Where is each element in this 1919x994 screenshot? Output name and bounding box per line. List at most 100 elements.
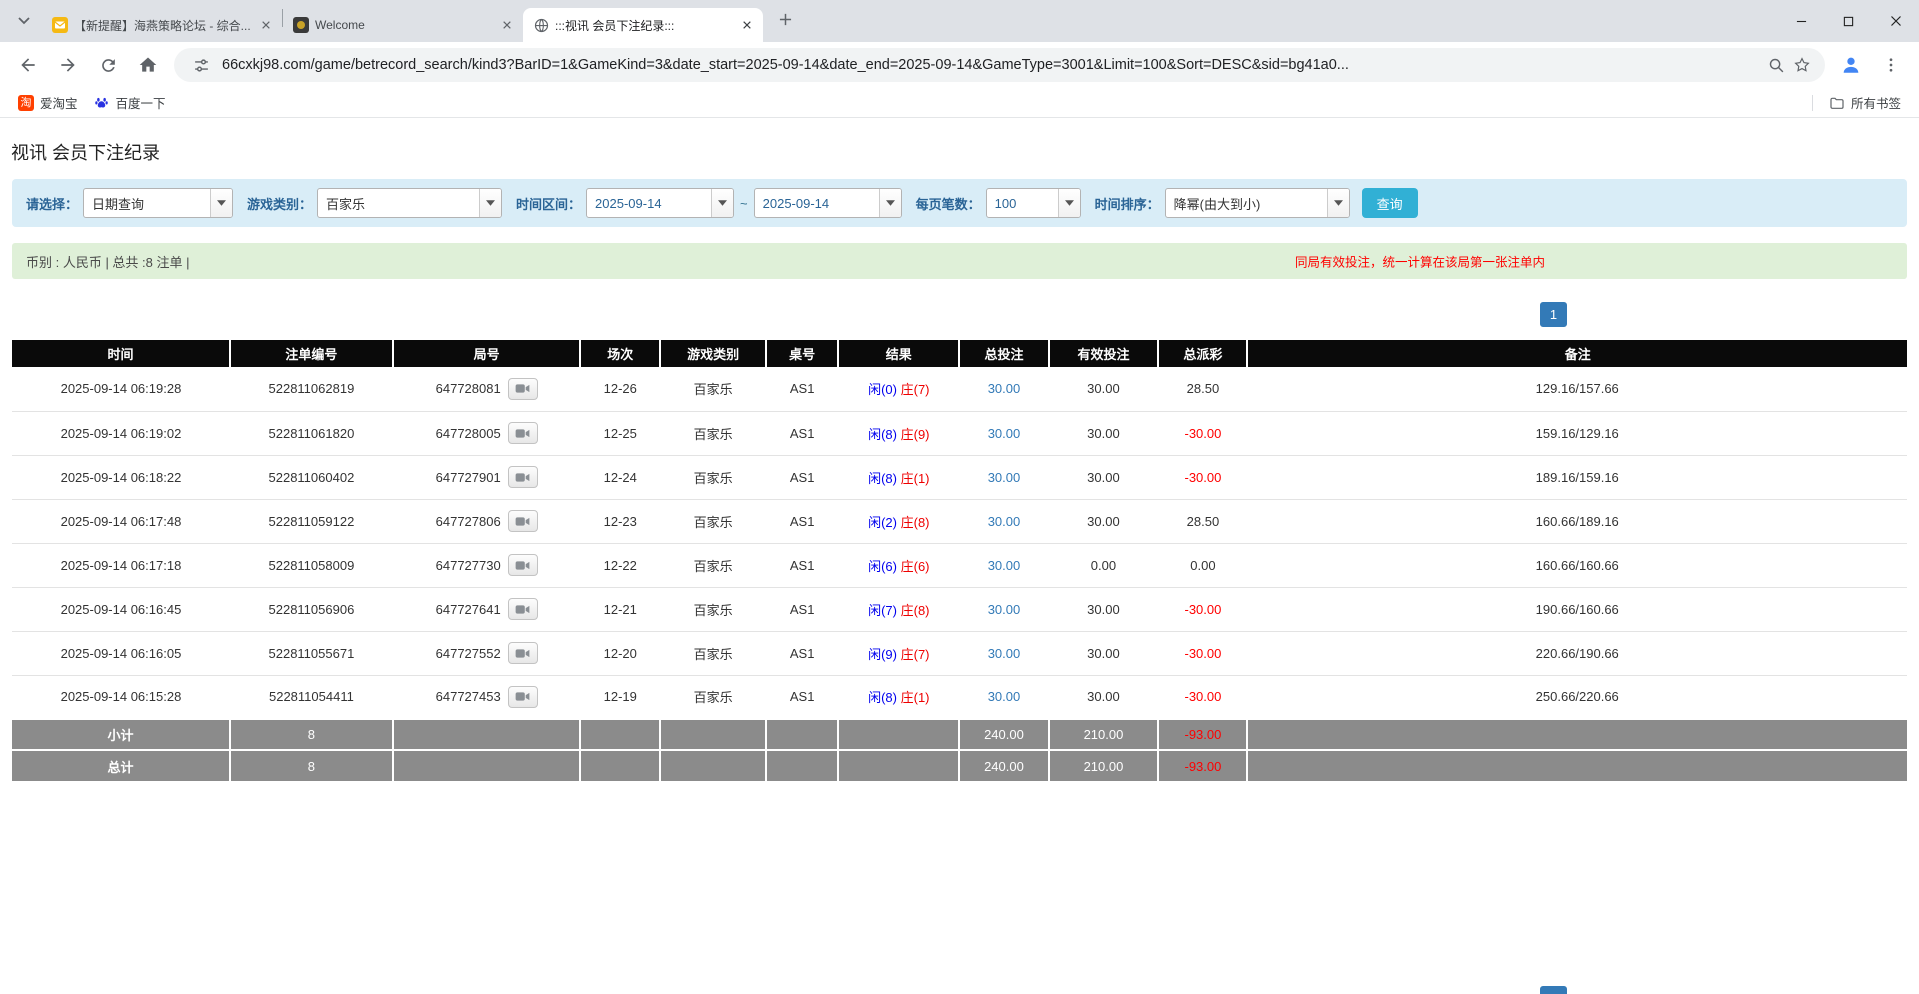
cell-total-bet: 30.00 [959, 543, 1048, 587]
date-start-input[interactable]: 2025-09-14 [586, 188, 734, 218]
bookmark-label: 爱淘宝 [40, 93, 78, 112]
round-no-text: 647727806 [436, 514, 501, 529]
video-replay-button[interactable] [508, 554, 538, 576]
filter-label-page-size: 每页笔数： [916, 194, 981, 213]
page-size-select[interactable]: 100 [986, 188, 1081, 218]
video-replay-button[interactable] [508, 598, 538, 620]
menu-button[interactable] [1873, 47, 1909, 83]
filter-label-select: 请选择： [26, 194, 78, 213]
bookmark-baidu[interactable]: 百度一下 [86, 91, 174, 115]
query-type-select[interactable]: 日期查询 [83, 188, 233, 218]
tab-bet-records[interactable]: :::视讯 会员下注纪录::: [523, 8, 763, 42]
cell-bet-no: 522811062819 [230, 367, 393, 411]
search-button[interactable]: 查询 [1362, 188, 1418, 218]
reload-button[interactable] [90, 47, 126, 83]
total-bet-link[interactable]: 30.00 [988, 514, 1021, 529]
tab-close-icon[interactable] [738, 17, 755, 34]
new-tab-button[interactable] [771, 5, 799, 33]
address-bar[interactable]: 66cxkj98.com/game/betrecord_search/kind3… [174, 48, 1825, 82]
cell-result: 闲(8) 庄(9) [838, 411, 959, 455]
table-row: 2025-09-14 06:15:28 522811054411 6477274… [12, 675, 1907, 719]
total-bet-link[interactable]: 30.00 [988, 602, 1021, 617]
page-size-value: 100 [987, 189, 1058, 217]
chevron-down-icon[interactable] [711, 189, 733, 217]
cell-empty [660, 719, 766, 750]
all-bookmarks-label: 所有书签 [1851, 93, 1901, 112]
tab-title: 【新提醒】海燕策略论坛 - 综合... [74, 17, 251, 34]
cell-payout: 28.50 [1158, 499, 1247, 543]
home-button[interactable] [130, 47, 166, 83]
cell-game-kind: 百家乐 [660, 411, 766, 455]
header-round-no: 局号 [393, 340, 581, 367]
total-bet-link[interactable]: 30.00 [988, 381, 1021, 396]
forward-button[interactable] [50, 47, 86, 83]
cell-round-no: 647727641 [393, 587, 581, 631]
total-bet-link[interactable]: 30.00 [988, 426, 1021, 441]
cell-payout: -30.00 [1158, 675, 1247, 719]
round-no-group: 647727730 [436, 554, 538, 576]
close-window-button[interactable] [1872, 0, 1919, 42]
page-1-button[interactable]: 1 [1540, 986, 1567, 994]
page-title: 视讯 会员下注纪录 [11, 139, 1919, 165]
site-settings-icon[interactable] [188, 52, 214, 78]
tab-welcome[interactable]: Welcome [283, 8, 523, 42]
total-valid-bet: 210.00 [1049, 750, 1159, 781]
total-bet-link[interactable]: 30.00 [988, 470, 1021, 485]
video-replay-button[interactable] [508, 422, 538, 444]
chevron-down-icon[interactable] [1327, 189, 1349, 217]
header-game-kind: 游戏类别 [660, 340, 766, 367]
back-button[interactable] [10, 47, 46, 83]
chevron-down-icon[interactable] [479, 189, 501, 217]
maximize-button[interactable] [1825, 0, 1872, 42]
cell-result: 闲(8) 庄(1) [838, 675, 959, 719]
table-row: 2025-09-14 06:17:18 522811058009 6477277… [12, 543, 1907, 587]
result-player: 闲(6) [868, 559, 897, 574]
globe-icon [533, 17, 549, 33]
table-row: 2025-09-14 06:19:28 522811062819 6477280… [12, 367, 1907, 411]
date-range-separator: ~ [740, 196, 748, 211]
chevron-down-icon[interactable] [1058, 189, 1080, 217]
video-replay-button[interactable] [508, 510, 538, 532]
total-bet-link[interactable]: 30.00 [988, 689, 1021, 704]
forum-favicon-icon [52, 17, 68, 33]
cell-empty [1247, 750, 1907, 781]
plus-icon [779, 13, 792, 26]
all-bookmarks-button[interactable]: 所有书签 [1821, 91, 1909, 115]
profile-button[interactable] [1833, 47, 1869, 83]
tab-close-icon[interactable] [498, 17, 515, 34]
round-no-text: 647727552 [436, 646, 501, 661]
video-replay-button[interactable] [508, 642, 538, 664]
chevron-down-icon[interactable] [879, 189, 901, 217]
summary-bar: 币别 : 人民币 | 总共 :8 注单 | 同局有效投注，统一计算在该局第一张注… [12, 243, 1907, 279]
minimize-icon [1796, 16, 1807, 27]
sort-order-select[interactable]: 降幂(由大到小) [1165, 188, 1350, 218]
video-replay-button[interactable] [508, 466, 538, 488]
cell-valid-bet: 30.00 [1049, 455, 1159, 499]
total-bet-link[interactable]: 30.00 [988, 646, 1021, 661]
page-1-button[interactable]: 1 [1540, 302, 1567, 327]
tab-forum[interactable]: 【新提醒】海燕策略论坛 - 综合... [42, 8, 282, 42]
total-bet-link[interactable]: 30.00 [988, 558, 1021, 573]
zoom-icon[interactable] [1763, 52, 1789, 78]
cell-table-no: AS1 [766, 411, 838, 455]
video-replay-button[interactable] [508, 686, 538, 708]
tab-search-button[interactable] [10, 7, 38, 35]
page-content: 视讯 会员下注纪录 请选择： 日期查询 游戏类别： 百家乐 时间区间： 2025… [0, 118, 1919, 994]
chevron-down-icon[interactable] [210, 189, 232, 217]
cell-time: 2025-09-14 06:16:45 [12, 587, 230, 631]
tab-close-icon[interactable] [257, 17, 274, 34]
bookmark-star-icon[interactable] [1789, 52, 1815, 78]
cell-total-bet: 30.00 [959, 631, 1048, 675]
subtotal-label: 小计 [12, 719, 230, 750]
video-replay-button[interactable] [508, 378, 538, 400]
game-kind-select[interactable]: 百家乐 [317, 188, 502, 218]
round-no-group: 647727806 [436, 510, 538, 532]
bookmark-aitaobao[interactable]: 淘 爱淘宝 [10, 91, 86, 115]
result-banker: 庄(7) [901, 382, 930, 397]
minimize-button[interactable] [1778, 0, 1825, 42]
subtotal-valid-bet: 210.00 [1049, 719, 1159, 750]
cell-valid-bet: 30.00 [1049, 631, 1159, 675]
cell-payout: -30.00 [1158, 631, 1247, 675]
date-end-input[interactable]: 2025-09-14 [754, 188, 902, 218]
cell-table-no: AS1 [766, 367, 838, 411]
